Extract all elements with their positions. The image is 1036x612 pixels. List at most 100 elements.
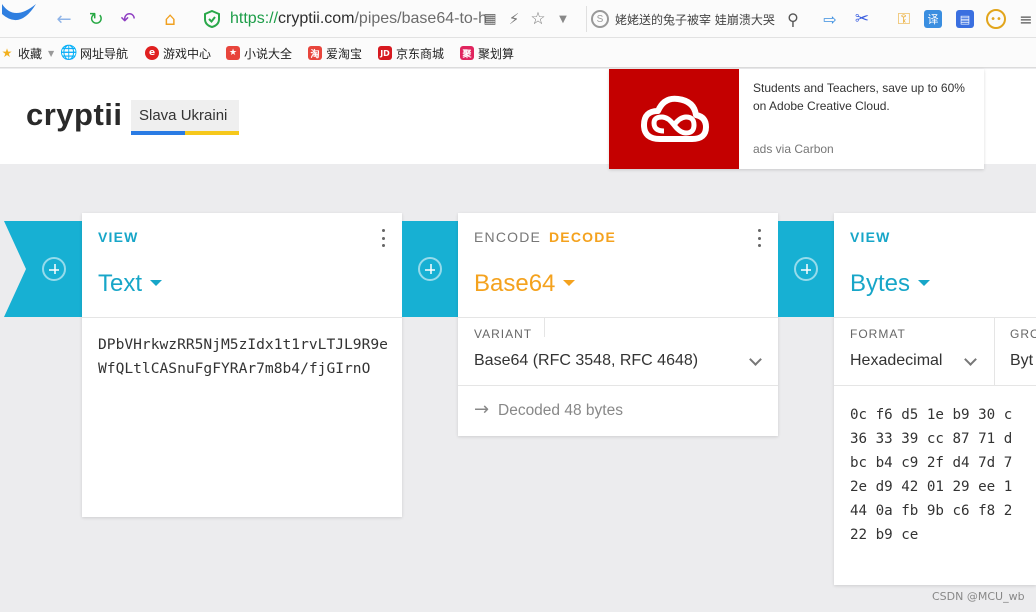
search-box[interactable]: S 姥姥送的兔子被宰 娃崩溃大哭 ⚲ (586, 6, 808, 32)
dropdown-icon[interactable]: ▼ (551, 7, 575, 31)
ad-text[interactable]: Students and Teachers, save up to 60% on… (753, 79, 973, 115)
group-value-select[interactable]: Byt (1010, 352, 1033, 370)
field-separator (994, 317, 995, 385)
byte-row: 2e d9 42 01 29 ee 1 (850, 479, 1013, 495)
card-header: VIEW Bytes (834, 213, 1036, 317)
bookmark-games[interactable]: e 游戏中心 (145, 44, 211, 62)
bookmark-label: 爱淘宝 (326, 46, 363, 61)
caret-down-icon (150, 279, 163, 286)
back-icon[interactable]: ← (52, 7, 76, 31)
star-icon: ★ (1, 46, 13, 60)
bookmark-nav[interactable]: 🌐 网址导航 (60, 44, 128, 62)
bookmark-label: 小说大全 (244, 46, 293, 61)
url-scheme: https:// (230, 10, 279, 27)
format-value-select[interactable]: Hexadecimal (850, 352, 942, 370)
bookmark-jd[interactable]: JD 京东商城 (378, 44, 444, 62)
search-icon[interactable]: ⚲ (781, 7, 805, 31)
extension-share-icon[interactable]: ⇨ (818, 7, 842, 31)
bookmark-taobao[interactable]: 淘 爱淘宝 (308, 44, 362, 62)
adobe-cc-logo-icon[interactable] (609, 69, 739, 169)
divider (834, 385, 1036, 386)
emoji-icon[interactable]: •• (986, 9, 1006, 29)
browser-toolbar: ← ↻ ↶ ⌂ https://cryptii.com/pipes/base64… (0, 0, 1036, 38)
encode-toggle[interactable]: ENCODE (474, 229, 541, 245)
variant-select[interactable]: Base64 (RFC 3548, RFC 4648) (474, 352, 698, 370)
star-icon[interactable]: ☆ (526, 7, 550, 31)
pipe-start-connector[interactable] (0, 221, 82, 317)
reader-icon[interactable]: ▤ (956, 10, 974, 28)
key-icon[interactable]: ⚿ (892, 7, 916, 31)
format-select-label: Bytes (850, 270, 911, 297)
divider (82, 317, 402, 318)
carbon-ad[interactable]: Students and Teachers, save up to 60% on… (609, 69, 984, 169)
more-menu-icon[interactable]: ≡ (1014, 7, 1036, 31)
more-vert-icon[interactable] (380, 229, 386, 247)
taobao-icon: 淘 (308, 46, 322, 60)
bookmark-label: 京东商城 (396, 46, 445, 61)
decode-toggle[interactable]: DECODE (549, 229, 616, 245)
game-icon: e (145, 46, 159, 60)
byte-row: 22 b9 ce (850, 527, 919, 543)
ad-via[interactable]: ads via Carbon (753, 142, 834, 156)
base64-encoder-card: ENCODE DECODE Base64 VARIANT Base64 (RFC… (458, 213, 778, 436)
slava-ukraini-badge[interactable]: Slava Ukraini (131, 100, 239, 135)
lightning-icon[interactable]: ⚡ (502, 7, 526, 31)
chevron-down-icon: ▼ (48, 48, 55, 58)
home-icon[interactable]: ⌂ (158, 7, 182, 31)
add-encoder-icon[interactable] (42, 257, 66, 281)
bookmark-label: 聚划算 (478, 46, 515, 61)
search-text: 姥姥送的兔子被宰 娃崩溃大哭 (615, 12, 775, 27)
divider (834, 317, 1036, 318)
add-encoder-icon[interactable] (418, 257, 442, 281)
byte-row: 44 0a fb 9b c6 f8 2 (850, 503, 1013, 519)
card-type-label: VIEW (850, 229, 891, 245)
translate-icon[interactable]: 译 (924, 10, 942, 28)
bookmark-favorites[interactable]: ★ 收藏 ▼ (0, 44, 55, 62)
qr-code-icon[interactable]: ▦ (478, 7, 502, 31)
bytes-content-area[interactable]: 0c f6 d5 1e b9 30 c 36 33 39 cc 87 71 d … (850, 403, 1036, 547)
encoder-select[interactable]: Base64 (474, 270, 576, 298)
format-select-label: Text (98, 270, 143, 297)
card-type-label: VIEW (98, 229, 139, 245)
bytes-view-card: VIEW Bytes FORMAT Hexadecimal GRO Byt 0c… (834, 213, 1036, 585)
scissors-icon[interactable]: ✂ (850, 7, 874, 31)
divider (458, 385, 778, 386)
arrow-right-icon: → (474, 399, 490, 420)
site-logo[interactable]: cryptii (26, 97, 123, 133)
bookmark-novels[interactable]: ★ 小说大全 (226, 44, 292, 62)
caret-down-icon (563, 279, 576, 286)
undo-icon[interactable]: ↶ (116, 7, 140, 31)
variant-separator (544, 317, 545, 337)
secure-shield-icon (204, 9, 220, 29)
group-label: GRO (1010, 327, 1036, 341)
variant-label: VARIANT (474, 327, 533, 341)
format-select[interactable]: Bytes (850, 270, 931, 298)
browser-logo-icon (0, 0, 42, 30)
flag-blue-stripe (131, 131, 185, 135)
add-encoder-icon[interactable] (794, 257, 818, 281)
address-bar[interactable]: https://cryptii.com/pipes/base64-to-h ▦ … (196, 6, 576, 32)
chevron-down-icon[interactable] (964, 353, 977, 366)
caret-down-icon (918, 279, 931, 286)
bookmark-label: 游戏中心 (163, 46, 212, 61)
format-select[interactable]: Text (98, 270, 163, 298)
url-path: /pipes/base64-to-h (354, 10, 488, 27)
bookmark-label: 收藏 (18, 46, 43, 61)
text-content-area[interactable]: DPbVHrkwzRR5NjM5zIdx1t1rvLTJL9R9eWfQLtlC… (98, 333, 388, 381)
byte-row: 36 33 39 cc 87 71 d (850, 431, 1013, 447)
chevron-down-icon[interactable] (749, 353, 762, 366)
more-vert-icon[interactable] (756, 229, 762, 247)
format-label: FORMAT (850, 327, 906, 341)
watermark: CSDN @MCU_wb (932, 590, 1025, 603)
bookmark-juhuasuan[interactable]: 聚 聚划算 (460, 44, 514, 62)
refresh-icon[interactable]: ↻ (84, 7, 108, 31)
card-header: ENCODE DECODE Base64 (458, 213, 778, 317)
decode-status: Decoded 48 bytes (498, 402, 623, 419)
encoder-select-label: Base64 (474, 270, 556, 297)
flag-yellow-stripe (185, 131, 239, 135)
badge-label: Slava Ukraini (139, 107, 228, 124)
byte-row: 0c f6 d5 1e b9 30 c (850, 407, 1013, 423)
juhuasuan-icon: 聚 (460, 46, 474, 60)
book-icon: ★ (226, 46, 240, 60)
byte-row: bc b4 c9 2f d4 7d 7 (850, 455, 1013, 471)
